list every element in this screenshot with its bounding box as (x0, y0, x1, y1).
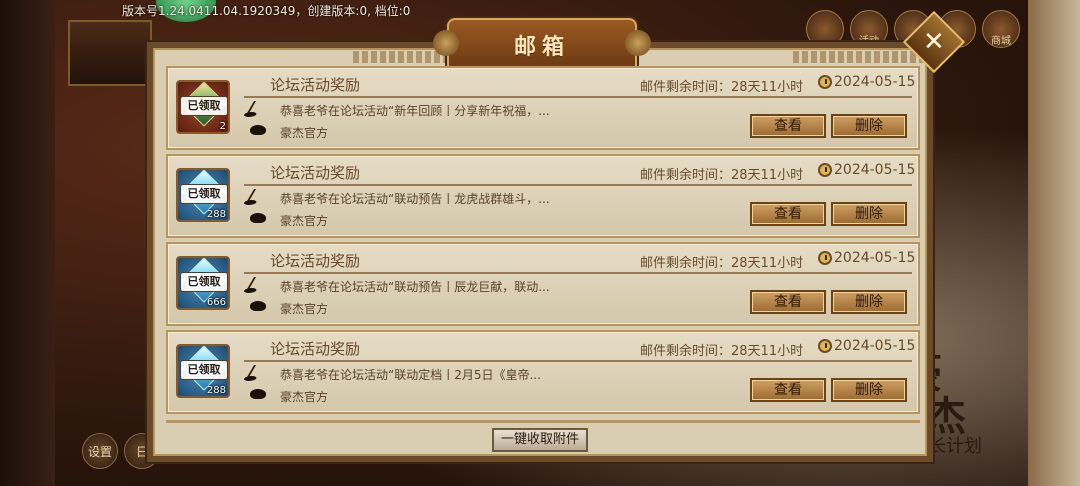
mail-date: 2024-05-15 (834, 250, 916, 266)
delete-button[interactable]: 删除 (831, 202, 907, 226)
mail-date: 2024-05-15 (834, 74, 916, 90)
mail-title: 论坛活动奖励 (270, 76, 361, 94)
mail-title: 论坛活动奖励 (270, 164, 361, 182)
divider (244, 360, 912, 362)
mail-sender: 豪杰官方 (280, 126, 329, 140)
delete-button[interactable]: 删除 (831, 114, 907, 138)
mail-date: 2024-05-15 (834, 162, 916, 178)
clock-icon (818, 251, 832, 265)
claimed-stamp: 已领取 (180, 96, 228, 116)
mail-title: 论坛活动奖励 (270, 252, 361, 270)
mail-description: 恭喜老爷在论坛活动“联动定档丨2月5日《皇帝... (280, 368, 541, 382)
ink-stone-icon (250, 213, 266, 223)
claimed-stamp: 已领取 (180, 184, 228, 204)
delete-button[interactable]: 删除 (831, 290, 907, 314)
claimed-stamp: 已领取 (180, 360, 228, 380)
attachment-quantity: 288 (206, 209, 226, 220)
mail-item[interactable]: 已领取 666 论坛活动奖励 邮件剩余时间：28天11小时 2024-05-15… (166, 242, 920, 326)
mail-sender: 豪杰官方 (280, 302, 329, 316)
mail-remaining-time: 邮件剩余时间：28天11小时 (640, 80, 804, 95)
attachment-slot[interactable]: 已领取 288 (176, 344, 230, 398)
brush-icon (245, 365, 273, 379)
mail-title: 论坛活动奖励 (270, 340, 361, 358)
delete-button[interactable]: 删除 (831, 378, 907, 402)
divider (244, 96, 912, 98)
mail-sender: 豪杰官方 (280, 214, 329, 228)
view-button[interactable]: 查看 (750, 378, 826, 402)
ink-stone-icon (250, 125, 266, 135)
divider (244, 272, 912, 274)
view-button[interactable]: 查看 (750, 202, 826, 226)
attachment-quantity: 288 (206, 385, 226, 396)
dialog-title-plaque: 邮箱 (433, 18, 651, 72)
brush-icon (245, 101, 273, 115)
attachment-quantity: 666 (206, 297, 226, 308)
background-right-edge (1028, 0, 1080, 486)
brush-icon (245, 277, 273, 291)
dialog-title: 邮箱 (513, 34, 570, 60)
collect-all-button[interactable]: 一键收取附件 (492, 428, 588, 452)
mail-remaining-time: 邮件剩余时间：28天11小时 (640, 344, 804, 359)
brush-icon (245, 189, 273, 203)
clock-icon (818, 163, 832, 177)
mail-description: 恭喜老爷在论坛活动“联动预告丨龙虎战群雄斗，... (280, 192, 550, 206)
ink-stone-icon (250, 389, 266, 399)
mail-item[interactable]: 已领取 288 论坛活动奖励 邮件剩余时间：28天11小时 2024-05-15… (166, 330, 920, 414)
mail-item[interactable]: 已领取 2 论坛活动奖励 邮件剩余时间：28天11小时 2024-05-15 恭… (166, 66, 920, 150)
background-left-edge (0, 0, 55, 486)
view-button[interactable]: 查看 (750, 290, 826, 314)
attachment-slot[interactable]: 已领取 288 (176, 168, 230, 222)
claimed-stamp: 已领取 (180, 272, 228, 292)
close-icon: ✕ (923, 26, 945, 57)
mail-remaining-time: 邮件剩余时间：28天11小时 (640, 256, 804, 271)
mail-list[interactable]: 已领取 2 论坛活动奖励 邮件剩余时间：28天11小时 2024-05-15 恭… (166, 66, 920, 420)
event-banner-icon[interactable] (68, 20, 152, 86)
shop-icon[interactable]: 商城 (982, 10, 1020, 48)
list-bottom-border (166, 420, 920, 423)
mail-description: 恭喜老爷在论坛活动“新年回顾丨分享新年祝福，... (280, 104, 550, 118)
clock-icon (818, 75, 832, 89)
mail-sender: 豪杰官方 (280, 390, 329, 404)
attachment-slot[interactable]: 已领取 2 (176, 80, 230, 134)
divider (244, 184, 912, 186)
version-info: 版本号1.24.0411.04.1920349，创建版本:0, 档位:0 (122, 4, 411, 18)
attachment-quantity: 2 (219, 121, 226, 132)
view-button[interactable]: 查看 (750, 114, 826, 138)
mail-item[interactable]: 已领取 288 论坛活动奖励 邮件剩余时间：28天11小时 2024-05-15… (166, 154, 920, 238)
mail-remaining-time: 邮件剩余时间：28天11小时 (640, 168, 804, 183)
ink-stone-icon (250, 301, 266, 311)
attachment-slot[interactable]: 已领取 666 (176, 256, 230, 310)
clock-icon (818, 339, 832, 353)
mail-date: 2024-05-15 (834, 338, 916, 354)
settings-button[interactable]: 设置 (82, 433, 118, 469)
mail-description: 恭喜老爷在论坛活动“联动预告丨辰龙巨献，联动... (280, 280, 550, 294)
